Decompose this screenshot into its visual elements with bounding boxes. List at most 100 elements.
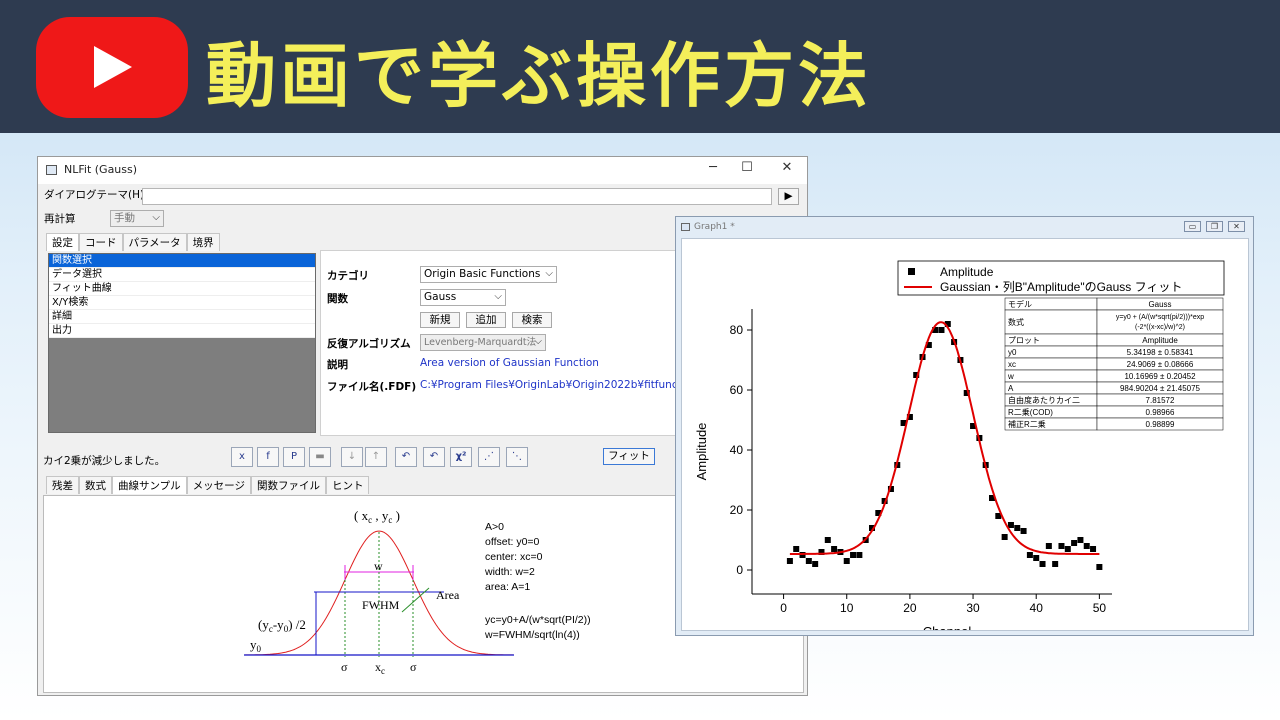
new-button[interactable]: 新規 [420, 312, 460, 328]
description-value: Area version of Gaussian Function [420, 357, 599, 369]
recalc-label: 再計算 [44, 213, 76, 225]
minimize-icon[interactable]: ▭ [1184, 221, 1201, 232]
banner-title: 動画で学ぶ操作方法 [206, 35, 872, 117]
search-button[interactable]: 検索 [512, 312, 552, 328]
fit-button[interactable]: フィット [603, 448, 655, 465]
description-label: 説明 [327, 359, 348, 371]
table-value: 0.98899 [1146, 420, 1175, 429]
table-key: R二乗(COD) [1008, 407, 1053, 417]
tab-residual[interactable]: 残差 [46, 476, 79, 494]
y-tick-label: 80 [730, 323, 744, 337]
tab-function-file[interactable]: 関数ファイル [250, 476, 326, 494]
tab-code[interactable]: コード [79, 233, 123, 251]
table-value: 24.9069 ± 0.08666 [1127, 360, 1194, 369]
close-icon[interactable]: ✕ [776, 160, 798, 175]
tab-settings[interactable]: 設定 [46, 233, 79, 251]
chi-square-icon[interactable]: χ² [450, 447, 472, 467]
fit-bike-icon[interactable]: f [257, 447, 279, 467]
tree-item-data-select[interactable]: データ選択 [49, 268, 315, 282]
table-key: 数式 [1008, 317, 1024, 327]
chevron-down-icon: ⌵ [534, 336, 542, 347]
y-tick-label: 0 [736, 563, 743, 577]
table-key: 補正R二乗 [1008, 419, 1046, 429]
restore-icon[interactable]: ❐ [1206, 221, 1223, 232]
iteration-select[interactable]: Levenberg-Marquardt法 ⌵ [420, 334, 546, 351]
data-point [856, 552, 863, 558]
table-cell [1004, 345, 1098, 359]
dialog-theme-label: ダイアログテーマ(H) [44, 189, 145, 201]
tree-item-fit-curve[interactable]: フィット曲線 [49, 282, 315, 296]
print-icon[interactable]: P [283, 447, 305, 467]
y-tick-label: 20 [730, 503, 744, 517]
graph-window: Graph1 * ▭ ❐ ✕ 1 01020304050020406080Cha… [675, 216, 1254, 636]
tab-parameters[interactable]: パラメータ [122, 233, 187, 251]
x-tick-label: 0 [780, 601, 787, 615]
formula-text: A>0 offset: y0=0 center: xc=0 width: w=2… [484, 521, 591, 641]
data-point [1090, 546, 1097, 552]
title-banner: 動画で学ぶ操作方法 [0, 0, 1280, 133]
close-icon[interactable]: ✕ [1228, 221, 1245, 232]
tab-sample-curve[interactable]: 曲線サンプル [112, 476, 187, 494]
fit-stats-table: モデル Gauss 数式 y=y0 + (A/(w*sqrt(pi/2)))*exp (… [1004, 297, 1224, 431]
data-point [850, 552, 857, 558]
table-key: w [1007, 372, 1014, 381]
undo-all-icon[interactable]: ↶ [423, 447, 445, 467]
tab-bounds[interactable]: 境界 [186, 233, 220, 251]
data-point [1014, 525, 1021, 531]
data-point [1007, 522, 1014, 528]
undo-one-icon[interactable]: ↶ [395, 447, 417, 467]
half-height-label: (yc-y0) /2 [258, 617, 306, 634]
fit-data-icon[interactable]: x [231, 447, 253, 467]
data-point [831, 546, 838, 552]
function-label: 関数 [327, 293, 348, 305]
tab-messages[interactable]: メッセージ [186, 476, 251, 494]
preview-tabs: 残差 数式 曲線サンプル メッセージ 関数ファイル ヒント [46, 476, 370, 494]
table-key: プロット [1008, 336, 1040, 345]
add-button[interactable]: 追加 [466, 312, 506, 328]
recalc-select[interactable]: 手動 ⌵ [110, 210, 164, 227]
y-tick-label: 40 [730, 443, 744, 457]
sigma-right-label: σ [410, 660, 417, 674]
graph-icon [681, 223, 690, 231]
tree-item-advanced[interactable]: 詳細 [49, 310, 315, 324]
tab-hints[interactable]: ヒント [325, 476, 370, 494]
x-tick-label: 40 [1030, 601, 1044, 615]
formula-line: offset: y0=0 [485, 536, 540, 548]
table-cell [1004, 369, 1098, 383]
iteration-value: Levenberg-Marquardt法 [424, 337, 537, 348]
save-icon[interactable]: ▬ [309, 447, 331, 467]
formula-line: yc=y0+A/(w*sqrt(PI/2)) [485, 614, 591, 626]
dialog-theme-field[interactable] [142, 188, 772, 205]
formula-line: w=FWHM/sqrt(ln(4)) [484, 629, 580, 641]
table-value: Amplitude [1142, 336, 1178, 345]
minimize-icon[interactable]: ─ [702, 160, 724, 175]
category-label: カテゴリ [327, 270, 369, 282]
w-label: w [374, 559, 383, 573]
table-value: y=y0 + (A/(w*sqrt(pi/2)))*exp [1116, 314, 1204, 321]
data-point [793, 546, 800, 552]
maximize-icon[interactable]: ☐ [736, 160, 758, 175]
graph-page: 0 10 20 30 40 50 0 20 40 60 80 Channel Amplitude Amp… [681, 238, 1249, 631]
iterate-many-icon[interactable]: ⋱ [506, 447, 528, 467]
category-select[interactable]: Origin Basic Functions ⌵ [420, 266, 557, 283]
tree-item-function-select[interactable]: 関数選択 [49, 254, 315, 268]
sort-up-icon[interactable]: ↑ [365, 447, 387, 467]
function-select[interactable]: Gauss ⌵ [420, 289, 506, 306]
fit-plot: 0 10 20 30 40 50 0 20 40 60 80 Channel Amplitude Amp… [694, 260, 1225, 630]
legend: Amplitude Gaussian・列B"Amplitude"のGauss フ… [897, 260, 1225, 296]
tab-formula[interactable]: 数式 [79, 476, 112, 494]
youtube-play-icon [36, 17, 188, 118]
data-point [1033, 555, 1040, 561]
nlfit-titlebar: NLFit (Gauss) ─ ☐ ✕ [38, 157, 807, 184]
sort-down-icon[interactable]: ↓ [341, 447, 363, 467]
y0-label: y0 [250, 637, 262, 654]
chevron-down-icon: ⌵ [494, 291, 502, 302]
data-point [1077, 537, 1084, 543]
legend-scatter-label: Amplitude [940, 265, 994, 279]
data-point [824, 537, 831, 543]
tree-item-output[interactable]: 出力 [49, 324, 315, 338]
theme-arrow-button[interactable]: ▶ [778, 188, 799, 205]
table-key: 自由度あたりカイ二 [1008, 395, 1080, 405]
iterate-one-icon[interactable]: ⋰ [478, 447, 500, 467]
tree-item-xy-find[interactable]: X/Y検索 [49, 296, 315, 310]
